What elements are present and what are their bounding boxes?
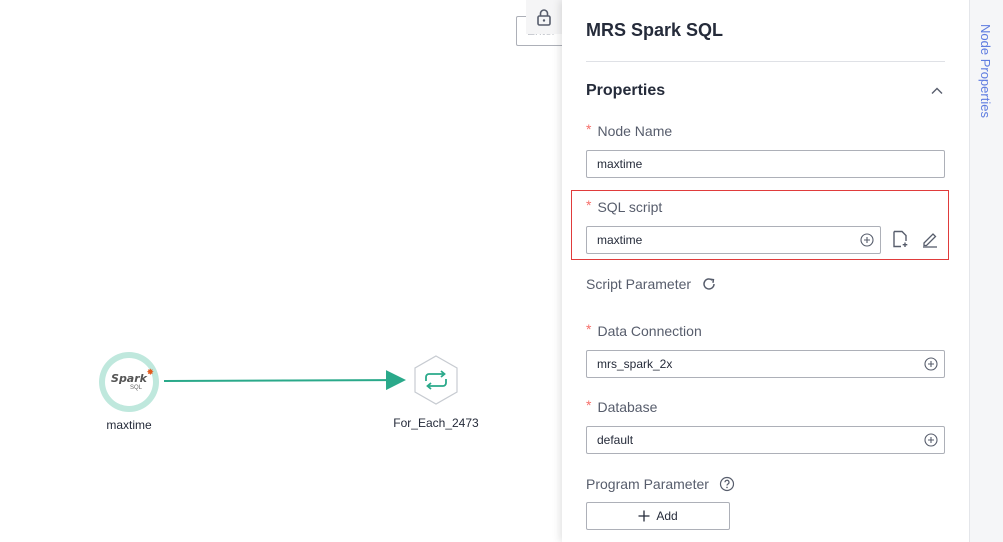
new-script-icon[interactable]: [891, 230, 909, 248]
lock-icon: [537, 9, 551, 26]
program-parameter-label: Program Parameter: [586, 476, 709, 492]
chevron-up-icon[interactable]: [930, 84, 944, 98]
data-connection-value: mrs_spark_2x: [597, 357, 673, 371]
workflow-canvas[interactable]: Enter Spark✸ SQL maxtime For_Each_2473: [0, 0, 576, 542]
help-icon[interactable]: [719, 476, 735, 492]
data-connection-label: * Data Connection: [586, 321, 702, 339]
required-mark: *: [586, 397, 592, 413]
database-select[interactable]: default: [586, 426, 945, 454]
plus-circle-icon[interactable]: [924, 433, 938, 447]
section-title: Properties: [586, 82, 666, 99]
add-parameter-button[interactable]: Add: [586, 502, 730, 530]
spark-sql-node-icon: Spark ✸ SQL: [99, 352, 159, 412]
node-label: maxtime: [106, 418, 152, 432]
required-mark: *: [586, 321, 592, 337]
sql-script-value: maxtime: [597, 233, 643, 247]
plus-circle-icon[interactable]: [924, 357, 938, 371]
divider: [586, 61, 945, 62]
required-mark: *: [586, 197, 592, 213]
node-properties-panel: MRS Spark SQL Properties * Node Name maxt…: [562, 0, 969, 542]
side-rail: Node Properties: [969, 0, 1003, 542]
panel-title: MRS Spark SQL: [586, 20, 724, 40]
database-label: * Database: [586, 397, 658, 415]
sql-script-select[interactable]: maxtime: [586, 226, 881, 254]
script-parameter-label: Script Parameter: [586, 276, 692, 292]
data-connection-select[interactable]: mrs_spark_2x: [586, 350, 945, 378]
database-value: default: [597, 433, 634, 447]
required-mark: *: [586, 121, 592, 137]
node-for-each[interactable]: For_Each_2473: [392, 354, 480, 430]
sql-script-label: * SQL script: [586, 197, 663, 215]
lock-button[interactable]: [526, 0, 562, 34]
edit-icon[interactable]: [921, 230, 939, 248]
spark-logo: Spark ✸: [111, 367, 154, 385]
tab-node-properties[interactable]: Node Properties: [978, 24, 993, 118]
for-each-node-icon: [414, 355, 458, 405]
spark-logo-sub: SQL: [129, 384, 142, 391]
plus-circle-icon[interactable]: [860, 233, 874, 247]
edge-connector: [163, 370, 406, 391]
node-name-input[interactable]: maxtime: [586, 150, 945, 178]
add-button-label: Add: [656, 509, 678, 523]
node-label: For_Each_2473: [393, 416, 479, 430]
refresh-icon[interactable]: [701, 276, 717, 292]
node-name-label: * Node Name: [586, 121, 673, 139]
plus-icon: [638, 510, 650, 522]
node-spark-sql[interactable]: Spark ✸ SQL maxtime: [96, 352, 162, 432]
